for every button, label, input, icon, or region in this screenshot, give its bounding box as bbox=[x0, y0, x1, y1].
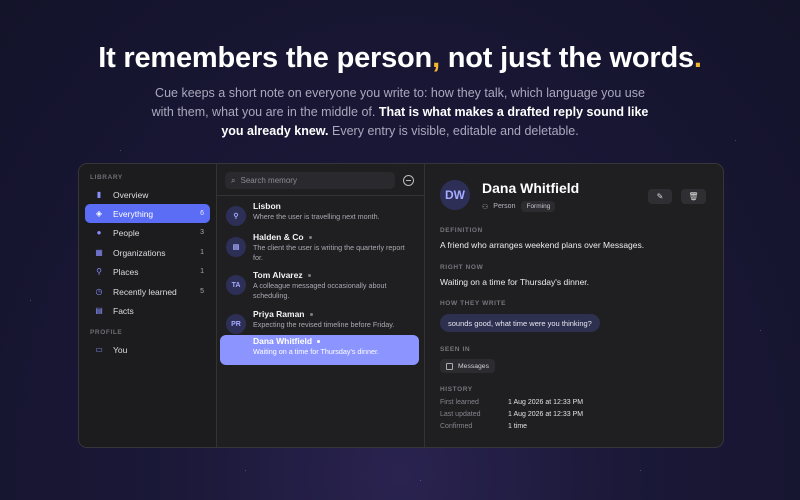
sidebar: LIBRARY ▮ Overview ◈ Everything 6 ● Peop… bbox=[79, 164, 217, 447]
star bbox=[30, 300, 31, 301]
list-item-lisbon[interactable]: ⚲ Lisbon Where the user is travelling ne… bbox=[220, 200, 419, 230]
app-window: LIBRARY ▮ Overview ◈ Everything 6 ● Peop… bbox=[78, 163, 724, 448]
history-value: 1 time bbox=[508, 423, 528, 430]
person-icon: ● bbox=[96, 228, 102, 237]
avatar: PR bbox=[226, 314, 246, 334]
history-value: 1 Aug 2026 at 12:33 PM bbox=[508, 399, 584, 406]
list-item-title: Tom Alvarez bbox=[253, 270, 311, 280]
pencil-icon: ✎ bbox=[656, 192, 664, 201]
history-key: Last updated bbox=[440, 411, 481, 418]
person-icon: ⚇ bbox=[482, 203, 489, 211]
definition-label: DEFINITION bbox=[440, 227, 483, 234]
count-badge: 3 bbox=[200, 229, 204, 236]
list-item-title: Dana Whitfield bbox=[253, 336, 321, 346]
collapse-button[interactable] bbox=[403, 175, 414, 186]
sidebar-item-organizations[interactable]: ▦ Organizations 1 bbox=[85, 243, 210, 262]
memory-list: ⌕ Search memory ⚲ Lisbon Where the user … bbox=[217, 164, 425, 447]
building-icon: ▦ bbox=[95, 248, 103, 257]
list-item-halden[interactable]: ▤ Halden & Co The client the user is wri… bbox=[220, 231, 419, 262]
search-icon: ⌕ bbox=[231, 175, 236, 185]
writing-sample-bubble: sounds good, what time were you thinking… bbox=[440, 314, 600, 332]
count-badge: 5 bbox=[200, 288, 204, 295]
id-card-icon: ▭ bbox=[95, 345, 103, 354]
list-item-title: Halden & Co bbox=[253, 232, 312, 242]
stack-icon: ◈ bbox=[95, 209, 103, 218]
list-item-subtitle: Where the user is travelling next month. bbox=[253, 212, 380, 221]
divider bbox=[217, 195, 424, 196]
sidebar-item-overview[interactable]: ▮ Overview bbox=[85, 185, 210, 204]
star bbox=[245, 470, 246, 471]
search-input[interactable]: ⌕ Search memory bbox=[225, 172, 395, 189]
profile-section-label: PROFILE bbox=[90, 329, 123, 336]
list-item-tom[interactable]: TA Tom Alvarez A colleague messaged occa… bbox=[220, 269, 419, 300]
list-item-subtitle: Expecting the revised timeline before Fr… bbox=[253, 320, 395, 329]
list-item-subtitle: A colleague messaged occasionally about … bbox=[253, 281, 387, 300]
status-dot bbox=[309, 313, 313, 317]
seen-in-chip[interactable]: Messages bbox=[440, 359, 495, 373]
delete-button[interactable]: 🗑 bbox=[681, 189, 706, 204]
entity-kind: Person bbox=[493, 203, 516, 210]
clock-icon: ◷ bbox=[95, 287, 103, 296]
avatar: TA bbox=[226, 275, 246, 295]
search-placeholder: Search memory bbox=[240, 176, 297, 185]
definition-text: A friend who arranges weekend plans over… bbox=[440, 240, 645, 250]
detail-pane: DW Dana Whitfield ⚇ Person Forming ✎ 🗑 D… bbox=[425, 164, 723, 447]
list-item-title: Lisbon bbox=[253, 201, 281, 211]
list-item-priya[interactable]: PR Priya Raman Expecting the revised tim… bbox=[220, 308, 419, 338]
list-item-title: Priya Raman bbox=[253, 309, 313, 319]
pin-icon: ⚲ bbox=[96, 267, 102, 276]
seen-in-label: SEEN IN bbox=[440, 346, 471, 353]
building-icon: ▤ bbox=[226, 237, 246, 257]
history-key: First learned bbox=[440, 399, 479, 406]
hero-title: It remembers the person, not just the wo… bbox=[98, 42, 702, 74]
history-label: HISTORY bbox=[440, 386, 473, 393]
history-value: 1 Aug 2026 at 12:33 PM bbox=[508, 411, 584, 418]
how-they-write-label: HOW THEY WRITE bbox=[440, 300, 507, 307]
count-badge: 1 bbox=[200, 268, 204, 275]
library-section-label: LIBRARY bbox=[90, 174, 123, 181]
list-item-subtitle: The client the user is writing the quart… bbox=[253, 243, 405, 262]
star bbox=[420, 480, 421, 481]
sidebar-item-recently-learned[interactable]: ◷ Recently learned 5 bbox=[85, 282, 210, 301]
hero-subtitle: Cue keeps a short note on everyone you w… bbox=[151, 86, 649, 138]
star bbox=[640, 470, 641, 471]
detail-name: Dana Whitfield bbox=[482, 180, 580, 196]
star bbox=[120, 150, 121, 151]
list-item-dana[interactable]: Dana Whitfield Waiting on a time for Thu… bbox=[220, 335, 419, 365]
count-badge: 6 bbox=[200, 210, 204, 217]
star bbox=[735, 140, 736, 141]
book-icon: ▮ bbox=[96, 190, 102, 199]
list-item-subtitle: Waiting on a time for Thursday's dinner. bbox=[253, 347, 380, 356]
status-dot bbox=[317, 340, 321, 344]
history-key: Confirmed bbox=[440, 423, 473, 430]
note-icon: ▤ bbox=[95, 306, 103, 315]
status-dot bbox=[308, 236, 312, 240]
status-badge: Forming bbox=[521, 201, 556, 212]
sidebar-item-places[interactable]: ⚲ Places 1 bbox=[85, 262, 210, 281]
edit-button[interactable]: ✎ bbox=[648, 189, 672, 204]
sidebar-item-facts[interactable]: ▤ Facts bbox=[85, 301, 210, 320]
pin-icon: ⚲ bbox=[226, 206, 246, 226]
detail-meta: ⚇ Person Forming bbox=[482, 201, 556, 212]
status-dot bbox=[307, 274, 311, 278]
sidebar-item-everything[interactable]: ◈ Everything 6 bbox=[85, 204, 210, 223]
sidebar-item-people[interactable]: ● People 3 bbox=[85, 223, 210, 242]
avatar: DW bbox=[440, 180, 470, 210]
trash-icon: 🗑 bbox=[688, 192, 699, 201]
sidebar-item-you[interactable]: ▭ You bbox=[85, 340, 210, 359]
star bbox=[760, 330, 761, 331]
right-now-label: RIGHT NOW bbox=[440, 264, 484, 271]
count-badge: 1 bbox=[200, 249, 204, 256]
message-icon bbox=[446, 362, 453, 370]
right-now-text: Waiting on a time for Thursday's dinner. bbox=[440, 277, 590, 287]
